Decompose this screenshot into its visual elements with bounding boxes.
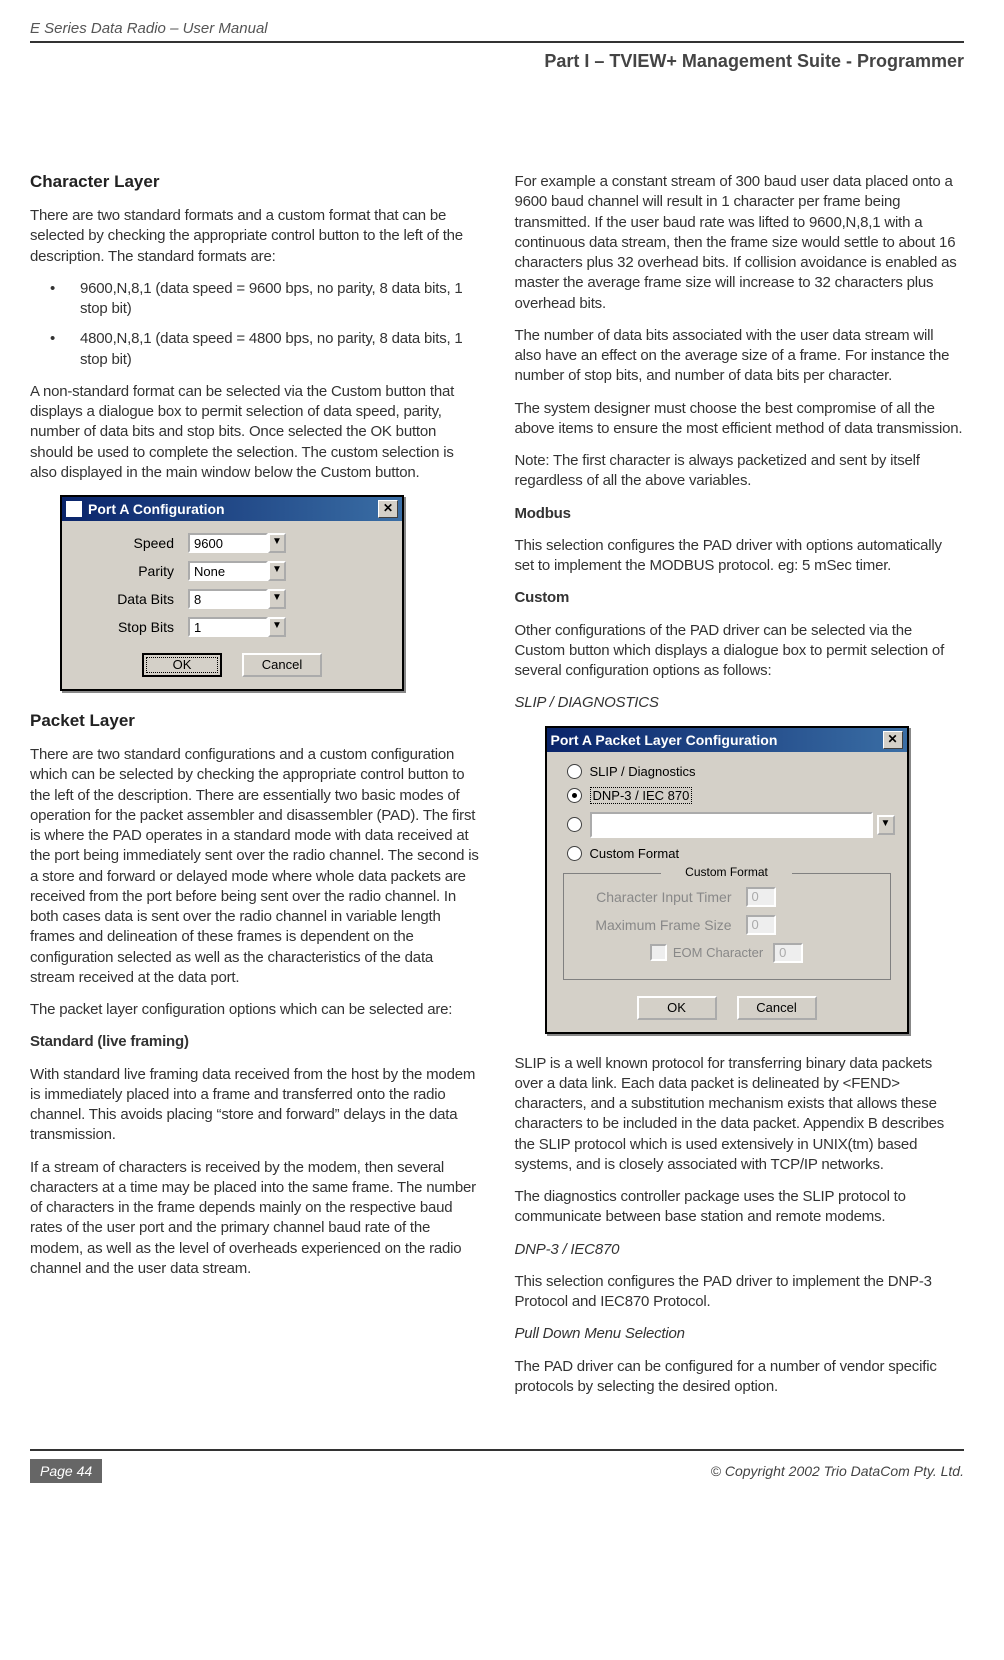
protocol-dropdown-button[interactable]: ▼ [877,815,895,835]
custom-format-group: Custom Format Character Input Timer Maxi… [563,873,891,980]
part-title: Part I – TVIEW+ Management Suite - Progr… [30,51,964,72]
eom-input [773,943,803,963]
list-item: 4800,N,8,1 (data speed = 4800 bps, no pa… [50,329,480,370]
copyright: © Copyright 2002 Trio DataCom Pty. Ltd. [711,1459,964,1483]
ok-button[interactable]: OK [142,653,222,677]
eom-checkbox [650,944,667,961]
max-frame-input [746,915,776,935]
body-text: SLIP is a well known protocol for transf… [515,1054,965,1176]
left-column: Character Layer There are two standard f… [30,172,480,1409]
fieldset-legend: Custom Format [681,865,772,879]
body-text: This selection configures the PAD driver… [515,1272,965,1313]
char-timer-label: Character Input Timer [572,889,732,905]
speed-dropdown-button[interactable]: ▼ [268,533,286,553]
body-text: There are two standard configurations an… [30,745,480,988]
stopbits-dropdown-button[interactable]: ▼ [268,617,286,637]
subhead-slip: SLIP / DIAGNOSTICS [515,693,965,713]
radio-icon [567,788,582,803]
body-text: There are two standard formats and a cus… [30,206,480,267]
protocol-input[interactable] [590,812,873,838]
port-a-configuration-dialog: Port A Configuration ✕ Speed ▼ Parit [60,495,404,691]
dialog-titlebar[interactable]: Port A Packet Layer Configuration ✕ [547,728,907,752]
parity-input[interactable] [188,561,268,581]
body-text: The number of data bits associated with … [515,326,965,387]
parity-dropdown-button[interactable]: ▼ [268,561,286,581]
radio-dnp3[interactable]: DNP-3 / IEC 870 [559,787,895,804]
subhead-dnp3: DNP-3 / IEC870 [515,1240,965,1260]
databits-dropdown-button[interactable]: ▼ [268,589,286,609]
list-item: 9600,N,8,1 (data speed = 9600 bps, no pa… [50,279,480,320]
cancel-button[interactable]: Cancel [737,996,817,1020]
body-text: Other configurations of the PAD driver c… [515,621,965,682]
subhead-custom: Custom [515,588,965,608]
eom-label: EOM Character [673,945,763,960]
page-footer: Page 44 © Copyright 2002 Trio DataCom Pt… [30,1449,964,1483]
body-text: If a stream of characters is received by… [30,1158,480,1280]
ok-button[interactable]: OK [637,996,717,1020]
speed-input[interactable] [188,533,268,553]
right-column: For example a constant stream of 300 bau… [515,172,965,1409]
close-icon[interactable]: ✕ [883,731,903,749]
dialog-titlebar[interactable]: Port A Configuration ✕ [62,497,402,521]
radio-label: DNP-3 / IEC 870 [590,787,693,804]
page-number: Page 44 [30,1459,102,1483]
packet-layer-configuration-dialog: Port A Packet Layer Configuration ✕ SLIP… [545,726,909,1034]
body-text: The diagnostics controller package uses … [515,1187,965,1228]
speed-label: Speed [74,535,174,551]
body-text: This selection configures the PAD driver… [515,536,965,577]
heading-character-layer: Character Layer [30,172,480,192]
databits-input[interactable] [188,589,268,609]
radio-custom-format[interactable]: Custom Format [559,846,895,861]
radio-blank[interactable]: ▼ [559,812,895,838]
stopbits-label: Stop Bits [74,619,174,635]
header-rule [30,41,964,43]
close-icon[interactable]: ✕ [378,500,398,518]
body-text: For example a constant stream of 300 bau… [515,172,965,314]
radio-icon [567,846,582,861]
cancel-button[interactable]: Cancel [242,653,322,677]
subhead-standard: Standard (live framing) [30,1032,480,1052]
body-text: With standard live framing data received… [30,1065,480,1146]
subhead-modbus: Modbus [515,504,965,524]
char-timer-input [746,887,776,907]
subhead-pulldown: Pull Down Menu Selection [515,1324,965,1344]
heading-packet-layer: Packet Layer [30,711,480,731]
dialog-title: Port A Packet Layer Configuration [551,732,883,748]
doc-title: E Series Data Radio – User Manual [30,20,964,37]
parity-label: Parity [74,563,174,579]
stopbits-input[interactable] [188,617,268,637]
radio-label: Custom Format [590,846,680,861]
radio-slip[interactable]: SLIP / Diagnostics [559,764,895,779]
radio-icon [567,817,582,832]
max-frame-label: Maximum Frame Size [572,917,732,933]
dialog-title: Port A Configuration [88,501,378,517]
radio-label: SLIP / Diagnostics [590,764,696,779]
radio-icon [567,764,582,779]
body-text: The system designer must choose the best… [515,399,965,440]
body-text: The packet layer configuration options w… [30,1000,480,1020]
body-text: Note: The first character is always pack… [515,451,965,492]
databits-label: Data Bits [74,591,174,607]
dialog-icon [66,501,82,517]
body-text: A non-standard format can be selected vi… [30,382,480,483]
body-text: The PAD driver can be configured for a n… [515,1357,965,1398]
